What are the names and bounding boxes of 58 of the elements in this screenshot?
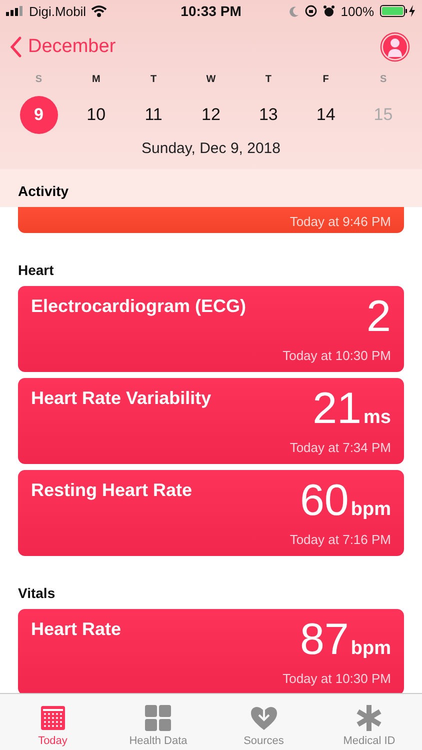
calendar-icon [40, 705, 66, 731]
card-time: Today at 7:34 PM [290, 440, 391, 455]
weekday-letter: T [265, 74, 272, 87]
metric-card[interactable]: Heart Rate 87 bpm Today at 10:30 PM [18, 609, 404, 695]
card-title: Heart Rate [31, 619, 122, 640]
day-button[interactable]: 9 [20, 96, 58, 134]
card-unit: bpm [350, 638, 391, 660]
metric-card[interactable]: Resting Heart Rate 60 bpm Today at 7:16 PM [18, 470, 404, 556]
signal-icon [6, 6, 24, 16]
card-value: 21 [312, 386, 362, 432]
battery-percent: 100% [340, 4, 374, 18]
weekday-letter: T [150, 74, 157, 87]
rotation-lock-icon [304, 5, 317, 17]
tab[interactable]: Medical ID [316, 694, 422, 750]
metric-card[interactable]: Heart Rate Variability 21 ms Today at 7:34 PM [18, 378, 404, 464]
card-unit: bpm [350, 499, 391, 521]
card-title: Resting Heart Rate [31, 480, 192, 501]
day-button[interactable]: 10 [77, 96, 116, 134]
card-title: Electrocardiogram (ECG) [31, 296, 246, 317]
section-title: Heart [17, 262, 55, 280]
card-value: 2 [366, 294, 391, 340]
card-time: Today at 10:30 PM [282, 348, 391, 363]
weekday-letter: F [322, 74, 329, 87]
tab[interactable]: Sources [211, 694, 316, 750]
card-time: Today at 7:16 PM [290, 532, 391, 547]
selected-date: Sunday, Dec 9, 2018 [140, 139, 282, 159]
back-button[interactable]: December [10, 36, 116, 58]
battery-charging-icon [380, 5, 416, 17]
card-value: 87 [300, 617, 349, 663]
clock-time: 10:33 PM [180, 3, 242, 19]
weekday-letter: S [35, 74, 42, 87]
alarm-icon [322, 5, 335, 17]
card-unit: ms [364, 407, 391, 429]
metric-card[interactable]: Electrocardiogram (ECG) 2 Today at 10:30 PM [18, 286, 404, 372]
day-button[interactable]: 11 [134, 96, 173, 134]
weekday-letter: M [92, 74, 100, 87]
weekday-letter: W [206, 74, 216, 87]
card-title: Heart Rate Variability [31, 388, 212, 409]
carrier-name: Digi.Mobil [29, 4, 86, 18]
day-button[interactable]: 12 [192, 96, 230, 134]
tab[interactable]: Today [0, 694, 106, 750]
wifi-icon [91, 5, 108, 17]
day-button[interactable]: 14 [306, 96, 345, 134]
activity-card[interactable]: Today at 9:46 PM [18, 207, 404, 233]
section-header: Activity [0, 169, 422, 207]
weekday-letter: S [380, 74, 387, 87]
chevron-left-icon [10, 36, 22, 58]
card-time: Today at 10:30 PM [282, 671, 391, 686]
grid-icon [145, 705, 172, 731]
tab[interactable]: Health Data [106, 694, 211, 750]
section-title: Vitals [17, 585, 56, 603]
asterisk-icon [356, 705, 382, 731]
day-button[interactable]: 13 [249, 96, 288, 134]
heart-arrow-icon [250, 705, 278, 731]
card-time: Today at 9:46 PM [290, 214, 391, 229]
card-value: 60 [300, 478, 349, 524]
moon-icon [288, 6, 299, 16]
profile-icon[interactable] [380, 32, 410, 62]
